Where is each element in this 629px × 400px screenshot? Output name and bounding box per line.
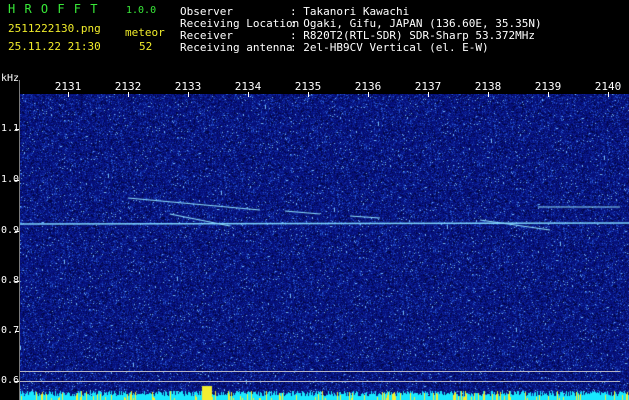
info-label-antenna: Receiving antenna [180,41,293,54]
x-mark [248,92,249,97]
app-name: H R O F F T [8,2,99,16]
y-mark [15,281,19,282]
y-axis-unit: kHz [1,73,20,84]
x-mark [68,92,69,97]
x-mark [548,92,549,97]
hrofft-window: H R O F F T 1.0.0 2511222130.png meteor … [0,0,629,400]
meteor-label: meteor [125,26,165,39]
y-mark [15,331,19,332]
y-mark [15,381,19,382]
y-mark [15,231,19,232]
reference-line-lower [20,381,620,382]
x-mark [308,92,309,97]
x-mark [428,92,429,97]
x-mark [608,92,609,97]
filename: 2511222130.png [8,22,101,35]
spectrogram-area [20,94,629,400]
meteor-count: 52 [139,40,153,53]
info-value-antenna: : 2el-HB9CV Vertical (el. E-W) [290,41,489,54]
y-mark [15,129,19,130]
spectrogram-canvas [20,94,629,400]
x-mark [128,92,129,97]
reference-line-upper [20,371,620,372]
y-mark [15,180,19,181]
app-version: 1.0.0 [126,5,157,16]
datetime: 25.11.22 21:30 [8,40,101,53]
x-mark [368,92,369,97]
x-mark [188,92,189,97]
x-mark [488,92,489,97]
